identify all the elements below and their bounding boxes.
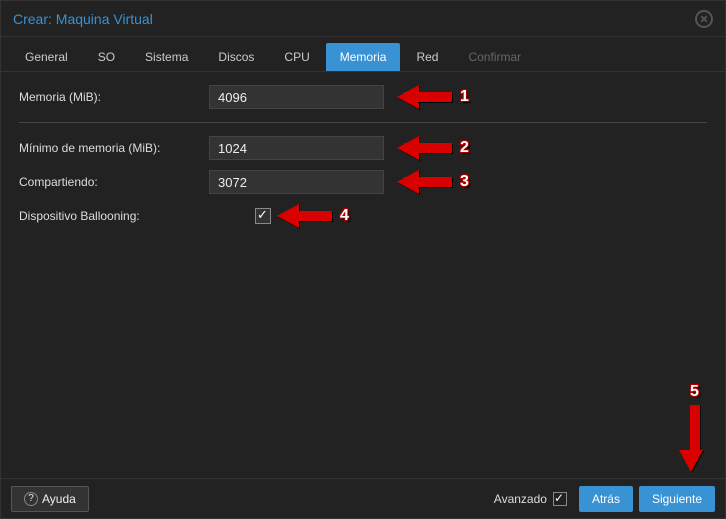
label-memoria: Memoria (MiB): [19,90,209,104]
back-button[interactable]: Atrás [579,486,633,512]
next-button[interactable]: Siguiente [639,486,715,512]
tab-confirmar: Confirmar [454,43,535,71]
footer: ? Ayuda Avanzado Atrás Siguiente [1,478,725,518]
form-area: Memoria (MiB): 1 Mínimo de memoria (MiB)… [1,72,725,245]
help-button[interactable]: ? Ayuda [11,486,89,512]
advanced-checkbox[interactable] [553,492,567,506]
row-compartiendo: Compartiendo: 3 [19,167,707,197]
input-compartiendo-value[interactable] [210,171,402,193]
close-icon[interactable] [695,10,713,28]
row-memoria: Memoria (MiB): 1 [19,82,707,112]
tab-so[interactable]: SO [84,43,129,71]
annotation-arrow-5: 5 [686,383,703,472]
tab-discos[interactable]: Discos [204,43,268,71]
label-ballooning: Dispositivo Ballooning: [19,209,209,223]
input-min-memoria[interactable] [209,136,384,160]
input-min-memoria-value[interactable] [210,137,402,159]
separator [19,122,707,123]
input-memoria-value[interactable] [210,86,402,108]
spinner-arrows-icon[interactable] [402,171,408,193]
spinner-arrows-icon[interactable] [402,137,408,159]
advanced-label: Avanzado [494,492,547,506]
input-compartiendo[interactable] [209,170,384,194]
spinner-arrows-icon[interactable] [402,86,408,108]
tab-cpu[interactable]: CPU [270,43,323,71]
tab-sistema[interactable]: Sistema [131,43,202,71]
titlebar: Crear: Maquina Virtual [1,1,725,37]
input-memoria[interactable] [209,85,384,109]
label-compartiendo: Compartiendo: [19,175,209,189]
row-min-memoria: Mínimo de memoria (MiB): 2 [19,133,707,163]
dialog-window: Crear: Maquina Virtual General SO Sistem… [0,0,726,519]
help-icon: ? [24,492,38,506]
label-min-memoria: Mínimo de memoria (MiB): [19,141,209,155]
advanced-toggle[interactable]: Avanzado [494,492,567,506]
annotation-arrow-4: 4 [277,207,349,225]
help-label: Ayuda [42,492,76,506]
checkbox-ballooning[interactable] [255,208,271,224]
tab-memoria[interactable]: Memoria [326,43,401,71]
tab-red[interactable]: Red [402,43,452,71]
window-title: Crear: Maquina Virtual [13,11,153,27]
row-ballooning: Dispositivo Ballooning: 4 [19,201,707,231]
tab-bar: General SO Sistema Discos CPU Memoria Re… [1,37,725,72]
tab-general[interactable]: General [11,43,82,71]
